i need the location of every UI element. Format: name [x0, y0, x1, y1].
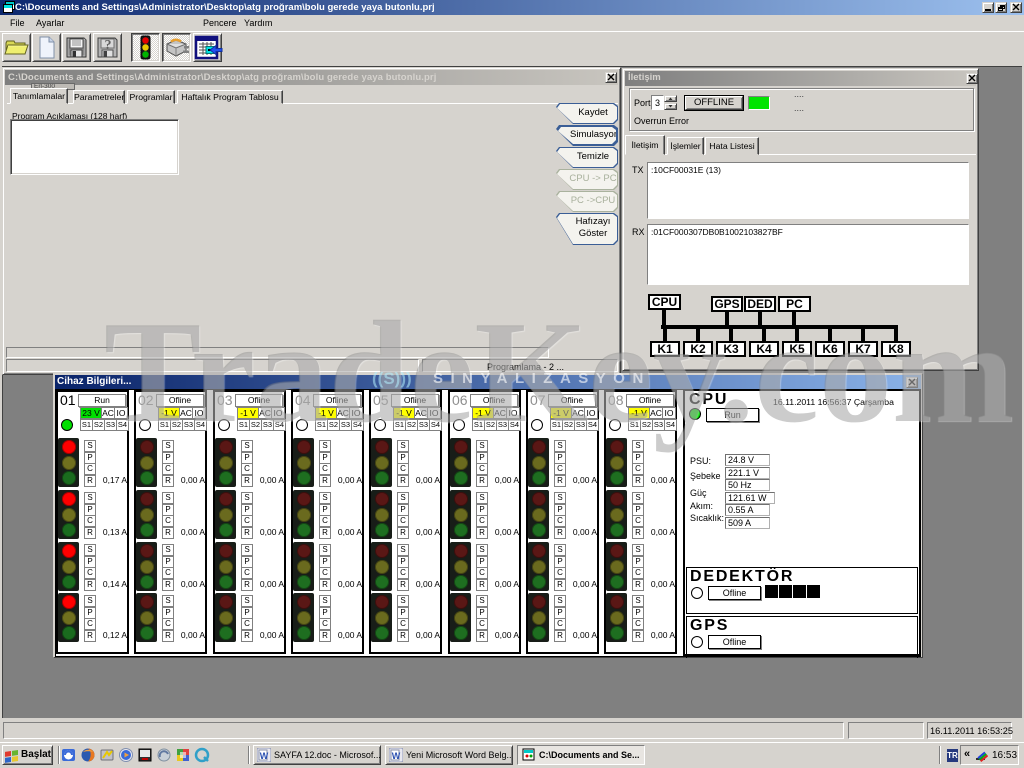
- svg-text:W: W: [392, 751, 401, 761]
- svg-text:W: W: [260, 751, 269, 761]
- svg-text:?: ?: [105, 38, 112, 53]
